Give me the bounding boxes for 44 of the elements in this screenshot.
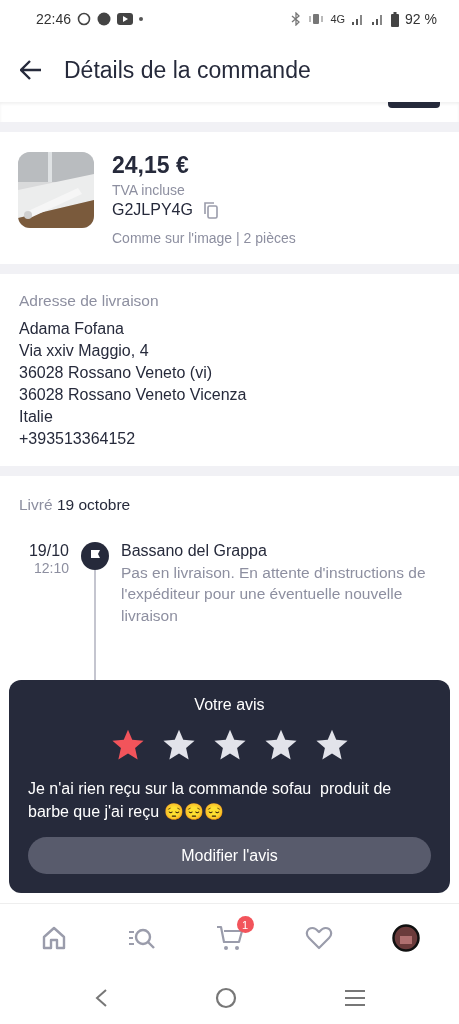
heart-icon[interactable] <box>304 925 333 951</box>
address-line: +393513364152 <box>19 430 137 448</box>
vibrate-icon <box>308 13 325 25</box>
review-title: Votre avis <box>194 696 265 714</box>
network-label: 4G <box>330 13 346 25</box>
price: 24,15 € <box>112 152 190 179</box>
edit-review-button[interactable]: Modifier l'avis <box>28 837 431 875</box>
order-code: G2JLPY4G <box>112 201 193 219</box>
address-line: 36028 Rossano Veneto Vicenza <box>19 386 248 404</box>
page-title: Détails de la commande <box>64 56 311 84</box>
event-date: 19/10 <box>28 542 69 560</box>
battery-icon <box>391 11 400 27</box>
event-detail: Pas en livraison. En attente d'instructions de l'expéditeur pour une éventuelle nouvelle livraison <box>121 563 427 626</box>
event-time: 12:10 <box>33 560 69 576</box>
filled-star-icon[interactable] <box>110 728 145 761</box>
clock: 22:46 <box>36 11 72 27</box>
copy-icon[interactable] <box>202 201 219 219</box>
flag-icon <box>81 542 109 570</box>
address-line: Adama Fofana <box>19 320 125 338</box>
empty-star-icon[interactable] <box>314 728 349 761</box>
tax-note: TVA incluse <box>112 182 186 198</box>
menu-icon[interactable] <box>343 989 366 1007</box>
delivery-status: Livré 19 octobre <box>19 496 131 513</box>
address-line: Via xxiv Maggio, 4 <box>19 342 150 360</box>
chat-app-icon <box>77 12 92 26</box>
empty-star-icon[interactable] <box>212 728 247 761</box>
avatar-icon[interactable] <box>391 924 420 952</box>
back-icon[interactable] <box>93 988 108 1008</box>
address-heading: Adresse de livraison <box>19 292 160 310</box>
review-comment: Je n'ai rien reçu sur la commande sofau produit de barbe que j'ai reçu 😔😔😔 <box>28 779 393 823</box>
variant-info: Comme sur l'image | 2 pièces <box>112 230 296 246</box>
address-line: Italie <box>19 408 54 426</box>
social-app-icon <box>97 12 112 26</box>
empty-star-icon[interactable] <box>263 728 298 761</box>
home-button-icon[interactable] <box>214 987 237 1009</box>
dot-icon <box>139 17 144 21</box>
event-place: Bassano del Grappa <box>121 542 268 560</box>
video-app-icon <box>117 13 134 25</box>
back-arrow-icon[interactable] <box>20 60 42 80</box>
cart-count-badge: 1 <box>236 916 254 933</box>
button-edge[interactable] <box>388 102 440 108</box>
empty-star-icon[interactable] <box>161 728 196 761</box>
battery-level: 92 % <box>405 11 437 27</box>
address-line: 36028 Rossano Veneto (vi) <box>19 364 213 382</box>
